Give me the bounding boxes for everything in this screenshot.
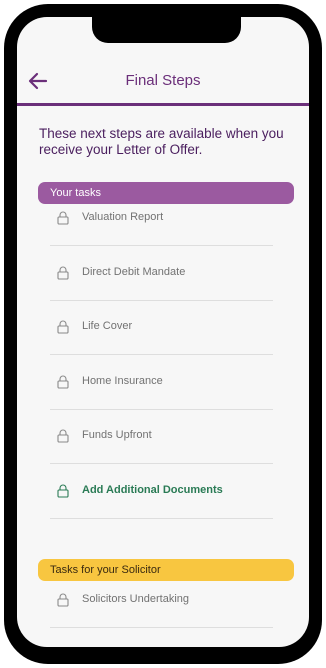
lock-icon <box>57 375 69 389</box>
task-label: Home Insurance <box>82 375 163 387</box>
task-solicitors-undertaking[interactable]: Solicitors Undertaking <box>50 573 273 628</box>
lock-icon <box>57 484 69 498</box>
task-label: Life Cover <box>82 320 133 332</box>
lock-icon <box>57 211 69 225</box>
task-label: Funds Upfront <box>82 429 152 441</box>
task-label: Direct Debit Mandate <box>82 266 186 278</box>
lock-icon <box>57 429 69 443</box>
lock-icon <box>57 320 69 334</box>
task-home-insurance[interactable]: Home Insurance <box>50 355 273 410</box>
intro-text: These next steps are available when you … <box>39 126 284 157</box>
lock-icon <box>57 593 69 607</box>
page-title: Final Steps <box>125 72 201 89</box>
task-life-cover[interactable]: Life Cover <box>50 300 273 355</box>
phone-notch <box>92 17 241 43</box>
header-divider <box>17 103 309 106</box>
task-label: Valuation Report <box>82 211 164 223</box>
task-label: Solicitors Undertaking <box>82 593 189 605</box>
app-screen: Final Steps These next steps are availab… <box>17 17 309 647</box>
top-bar: Final Steps <box>17 61 309 103</box>
task-funds-upfront[interactable]: Funds Upfront <box>50 409 273 464</box>
task-valuation-report[interactable]: Valuation Report <box>50 191 273 246</box>
task-label: Add Additional Documents <box>82 484 223 496</box>
lock-icon <box>57 266 69 280</box>
task-direct-debit-mandate[interactable]: Direct Debit Mandate <box>50 246 273 301</box>
add-additional-documents-button[interactable]: Add Additional Documents <box>50 464 273 519</box>
